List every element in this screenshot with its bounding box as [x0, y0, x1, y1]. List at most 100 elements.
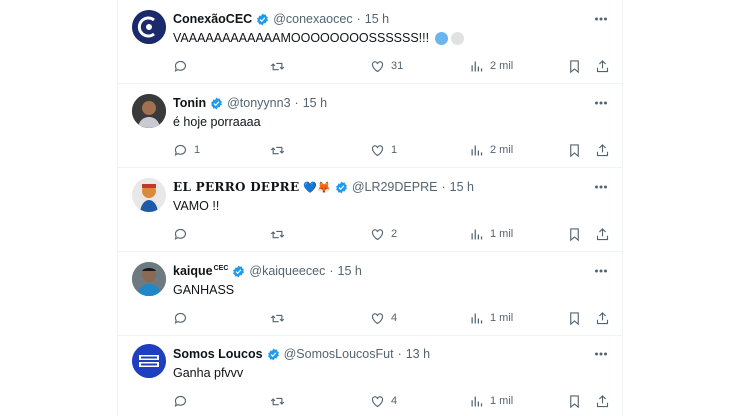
blue-circle-emoji: [435, 31, 449, 45]
handle[interactable]: @LR29DEPRE: [352, 180, 438, 194]
bookmark-icon: [570, 394, 579, 408]
reply-button[interactable]: [173, 225, 194, 243]
display-name[interactable]: Tonin: [173, 96, 206, 110]
tweet[interactable]: Tonin @tonyynn3 · 15 h é hoje porraaaa 1…: [118, 84, 622, 168]
display-name[interactable]: kaiqueCEC: [173, 264, 228, 278]
tweet-header: Somos Loucos @SomosLoucosFut · 13 h: [173, 345, 430, 363]
heart-icon: [371, 228, 384, 240]
share-button[interactable]: [595, 225, 610, 243]
timestamp[interactable]: 15 h: [338, 264, 362, 278]
like-button[interactable]: 2: [370, 225, 397, 243]
avatar[interactable]: [132, 262, 166, 296]
view-count: 2 mil: [490, 144, 514, 156]
cartoon-avatar-icon: [132, 178, 166, 212]
views-button[interactable]: 1 mil: [469, 309, 513, 327]
share-button[interactable]: [595, 392, 610, 410]
user-photo-icon: [132, 262, 166, 296]
avatar[interactable]: [132, 344, 166, 378]
reply-button[interactable]: [173, 392, 194, 410]
views-button[interactable]: 1 mil: [469, 225, 513, 243]
tweet[interactable]: Somos Loucos @SomosLoucosFut · 13 h Ganh…: [118, 336, 622, 416]
tweet-actions: 2 1 mil: [173, 225, 613, 243]
display-name[interactable]: ConexãoCEC: [173, 12, 252, 26]
more-options-icon[interactable]: [592, 12, 610, 26]
timestamp[interactable]: 15 h: [450, 180, 474, 194]
heart-icon: [371, 312, 384, 324]
repost-button[interactable]: [270, 141, 291, 159]
reply-icon: [174, 228, 187, 240]
display-name[interactable]: Somos Loucos: [173, 347, 263, 361]
tweet-text: VAAAAAAAAAAAAMOOOOOOOOSSSSSS!!!: [173, 31, 465, 45]
tweet-actions: 1 1 2 mil: [173, 141, 613, 159]
bookmark-button[interactable]: [567, 309, 582, 327]
heart-icon: [371, 395, 384, 407]
tweet[interactable]: EL PERRO DEPRE 💙🦊 @LR29DEPRE · 15 h VAMO…: [118, 168, 622, 252]
tweet-actions: 4 1 mil: [173, 309, 613, 327]
name-emoji: 💙🦊: [303, 181, 331, 194]
avatar[interactable]: [132, 178, 166, 212]
handle[interactable]: @SomosLoucosFut: [284, 347, 394, 361]
views-chart-icon: [471, 145, 483, 155]
heart-icon: [371, 144, 384, 156]
share-button[interactable]: [595, 141, 610, 159]
handle[interactable]: @kaiqueecec: [249, 264, 325, 278]
share-button[interactable]: [595, 309, 610, 327]
share-icon: [596, 394, 609, 407]
verified-badge-icon: [335, 181, 347, 193]
views-button[interactable]: 1 mil: [469, 392, 513, 410]
reply-button[interactable]: [173, 309, 194, 327]
like-button[interactable]: 31: [370, 57, 403, 75]
tweet-header: kaiqueCEC @kaiqueecec · 15 h: [173, 262, 362, 280]
display-name[interactable]: EL PERRO DEPRE: [173, 180, 299, 194]
repost-button[interactable]: [270, 225, 291, 243]
share-icon: [596, 311, 609, 324]
repost-button[interactable]: [270, 309, 291, 327]
tweet[interactable]: kaiqueCEC @kaiqueecec · 15 h GANHASS 4 1…: [118, 252, 622, 336]
like-button[interactable]: 4: [370, 309, 397, 327]
repost-icon: [270, 146, 285, 154]
tweet[interactable]: ConexãoCEC @conexaocec · 15 h VAAAAAAAAA…: [118, 0, 622, 84]
timestamp[interactable]: 13 h: [406, 347, 430, 361]
more-options-icon[interactable]: [592, 347, 610, 361]
views-chart-icon: [471, 313, 483, 323]
repost-icon: [270, 62, 285, 70]
reply-button[interactable]: [173, 57, 194, 75]
more-options-icon[interactable]: [592, 96, 610, 110]
views-button[interactable]: 2 mil: [469, 57, 513, 75]
timestamp[interactable]: 15 h: [365, 12, 389, 26]
separator: ·: [329, 264, 334, 278]
views-chart-icon: [471, 396, 483, 406]
somos-loucos-logo-icon: [132, 344, 166, 378]
display-name-superscript: CEC: [213, 264, 229, 272]
avatar[interactable]: [132, 10, 166, 44]
bookmark-button[interactable]: [567, 392, 582, 410]
timestamp[interactable]: 15 h: [303, 96, 327, 110]
tweet-text-content: VAMO !!: [173, 199, 220, 213]
reply-button[interactable]: 1: [173, 141, 200, 159]
views-chart-icon: [471, 229, 483, 239]
like-button[interactable]: 4: [370, 392, 397, 410]
repost-button[interactable]: [270, 392, 291, 410]
view-count: 1 mil: [490, 312, 514, 324]
like-count: 2: [391, 228, 398, 240]
separator: ·: [356, 12, 361, 26]
more-options-icon[interactable]: [592, 264, 610, 278]
bookmark-button[interactable]: [567, 141, 582, 159]
bookmark-button[interactable]: [567, 57, 582, 75]
repost-button[interactable]: [270, 57, 291, 75]
conexao-logo-icon: [132, 10, 166, 44]
repost-icon: [270, 230, 285, 238]
tweet-text: Ganha pfvvv: [173, 366, 243, 380]
like-count: 4: [391, 395, 398, 407]
like-button[interactable]: 1: [370, 141, 397, 159]
like-count: 4: [391, 312, 398, 324]
views-button[interactable]: 2 mil: [469, 141, 513, 159]
avatar[interactable]: [132, 94, 166, 128]
handle[interactable]: @tonyynn3: [227, 96, 290, 110]
bookmark-button[interactable]: [567, 225, 582, 243]
more-options-icon[interactable]: [592, 180, 610, 194]
handle[interactable]: @conexaocec: [273, 12, 352, 26]
share-button[interactable]: [595, 57, 610, 75]
tweet-text: GANHASS: [173, 283, 234, 297]
tweet-text-content: GANHASS: [173, 283, 235, 297]
